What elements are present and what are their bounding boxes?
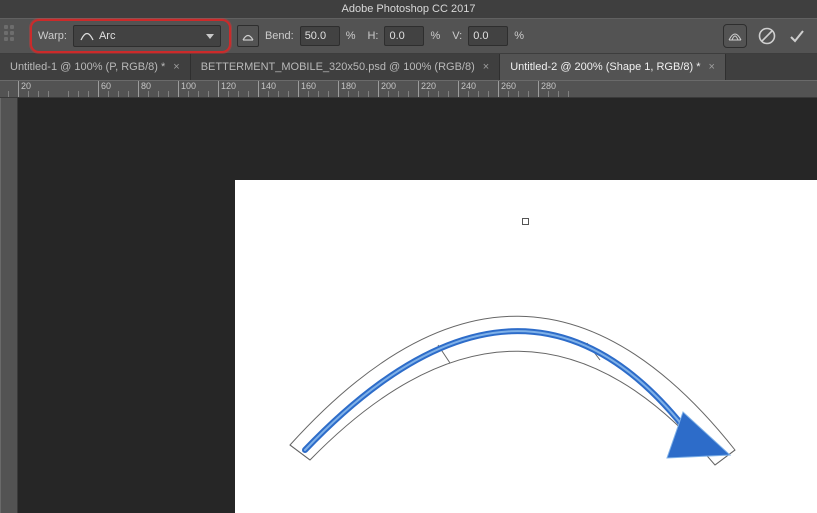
- arc-icon: [80, 30, 94, 42]
- document-tab[interactable]: BETTERMENT_MOBILE_320x50.psd @ 100% (RGB…: [191, 54, 500, 80]
- v-unit: %: [514, 30, 524, 42]
- commit-transform-button[interactable]: [787, 26, 807, 46]
- options-grip[interactable]: [4, 25, 20, 47]
- warp-style-dropdown[interactable]: Arc: [73, 25, 221, 47]
- document-tab-label: BETTERMENT_MOBILE_320x50.psd @ 100% (RGB…: [201, 61, 475, 73]
- document-tab[interactable]: Untitled-2 @ 200% (Shape 1, RGB/8) * ×: [500, 54, 726, 80]
- ruler-tick: 20: [18, 81, 31, 98]
- document-tab[interactable]: Untitled-1 @ 100% (P, RGB/8) * ×: [0, 54, 191, 80]
- v-label: V:: [452, 30, 462, 42]
- document-tab-label: Untitled-1 @ 100% (P, RGB/8) *: [10, 61, 165, 73]
- document-canvas[interactable]: [235, 180, 817, 513]
- document-tab-label: Untitled-2 @ 200% (Shape 1, RGB/8) *: [510, 61, 700, 73]
- warp-style-value: Arc: [99, 30, 116, 42]
- warp-orientation-button[interactable]: [237, 25, 259, 47]
- ruler-tick: 80: [138, 81, 151, 98]
- vertical-ruler[interactable]: [0, 98, 18, 513]
- window-title: Adobe Photoshop CC 2017: [342, 3, 476, 15]
- bend-label: Bend:: [265, 30, 294, 42]
- transform-handle[interactable]: [522, 218, 529, 225]
- h-unit: %: [430, 30, 440, 42]
- ruler-tick: 60: [98, 81, 111, 98]
- cancel-transform-button[interactable]: [757, 26, 777, 46]
- h-input[interactable]: [384, 26, 424, 46]
- bend-input[interactable]: [300, 26, 340, 46]
- horizontal-ruler[interactable]: 206080100120140160180200220240260280: [0, 80, 817, 98]
- close-tab-button[interactable]: ×: [173, 61, 179, 73]
- warped-shape-layer[interactable]: [235, 180, 817, 513]
- transform-options-bar: Warp: Arc Bend: % H: % V: %: [0, 18, 817, 54]
- window-titlebar[interactable]: Adobe Photoshop CC 2017: [0, 0, 817, 18]
- photoshop-window: Adobe Photoshop CC 2017 Warp: Arc Bend: …: [0, 0, 817, 513]
- h-label: H:: [367, 30, 378, 42]
- warp-label: Warp:: [38, 30, 67, 42]
- warp-style-highlight: Warp: Arc: [30, 19, 231, 53]
- workspace[interactable]: [0, 98, 817, 513]
- v-input[interactable]: [468, 26, 508, 46]
- close-tab-button[interactable]: ×: [709, 61, 715, 73]
- document-tabs: Untitled-1 @ 100% (P, RGB/8) * × BETTERMEN…: [0, 54, 817, 80]
- chevron-down-icon: [206, 34, 214, 39]
- toggle-warp-mesh-button[interactable]: [723, 24, 747, 48]
- orientation-icon: [240, 28, 256, 44]
- close-tab-button[interactable]: ×: [483, 61, 489, 73]
- warp-mesh-icon: [726, 27, 744, 45]
- bend-unit: %: [346, 30, 356, 42]
